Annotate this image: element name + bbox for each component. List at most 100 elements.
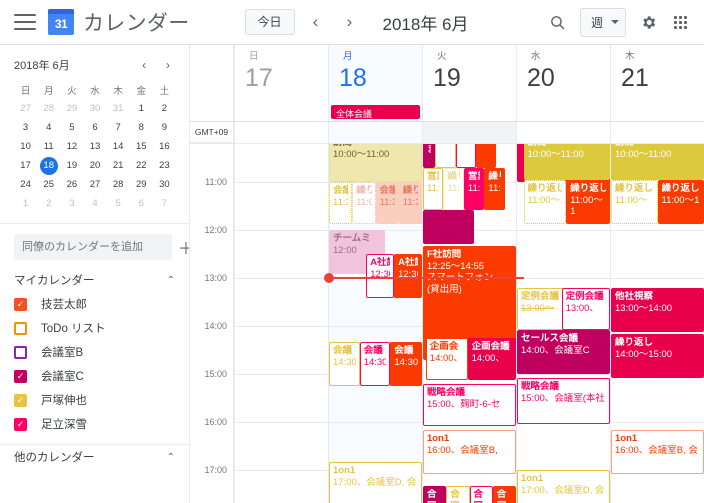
calendar-event[interactable]: 1on1 17:00、会議室D, 会 — [517, 470, 610, 503]
calendar-checkbox[interactable]: ✓ — [14, 393, 27, 407]
mini-calendar-day[interactable]: 1 — [14, 194, 37, 213]
calendar-event[interactable]: 会議11:3 — [329, 182, 353, 224]
calendar-event[interactable]: 定例会議 13:00〜 — [517, 288, 569, 330]
calendar-event[interactable]: 訪問10:00〜11:00 — [329, 144, 422, 182]
view-selector[interactable]: 週 — [579, 7, 626, 37]
mini-calendar-day[interactable]: 3 — [60, 194, 83, 213]
mini-calendar-day[interactable]: 2 — [37, 194, 60, 213]
mini-calendar-day[interactable]: 14 — [107, 137, 130, 156]
mini-calendar-day[interactable]: 1 — [130, 99, 153, 118]
calendar-list-item-4[interactable]: ✓ 戸塚伸也 — [0, 388, 189, 412]
mini-calendar-day[interactable]: 3 — [14, 118, 37, 137]
mini-calendar-day[interactable]: 2 — [153, 99, 176, 118]
calendar-list-item-0[interactable]: ✓ 技芸太郎 — [0, 292, 189, 316]
next-week-button[interactable]: › — [337, 9, 363, 35]
day-header-number[interactable]: 20 — [527, 63, 610, 93]
day-header-20[interactable]: 水 20 — [516, 45, 610, 121]
mini-calendar-day[interactable]: 7 — [107, 118, 130, 137]
calendar-checkbox[interactable] — [14, 345, 27, 359]
calendar-event[interactable]: 訪問10:00〜11:00 — [611, 144, 704, 180]
mini-calendar-day[interactable]: 26 — [60, 175, 83, 194]
search-icon[interactable] — [542, 6, 574, 38]
mini-calendar-day[interactable]: 31 — [107, 99, 130, 118]
mini-calendar-day[interactable]: 23 — [153, 156, 176, 175]
mini-calendar-day[interactable]: 30 — [83, 99, 106, 118]
mini-calendar-day[interactable]: 30 — [153, 175, 176, 194]
mini-calendar-day[interactable]: 13 — [83, 137, 106, 156]
mini-calendar-day[interactable]: 10 — [14, 137, 37, 156]
calendar-event[interactable]: A社訪12:30 — [394, 254, 422, 298]
add-calendar-plus-icon[interactable]: ＋ — [178, 235, 189, 259]
calendar-event[interactable]: 企画会 14:00、 — [425, 338, 468, 380]
mini-calendar-day[interactable]: 4 — [37, 118, 60, 137]
mini-calendar-day[interactable]: 28 — [107, 175, 130, 194]
calendar-event[interactable]: 繰り11:3 — [398, 182, 422, 224]
chevron-up-icon[interactable]: ⌃ — [167, 275, 175, 286]
calendar-event[interactable]: 戦略会議 15:00、会議室(本社 — [517, 378, 610, 424]
calendar-event[interactable] — [423, 210, 475, 244]
calendar-event[interactable]: 合同会議17:会議室B, 会室C — [469, 486, 493, 503]
mini-calendar-day[interactable]: 25 — [37, 175, 60, 194]
calendar-checkbox[interactable] — [14, 321, 27, 335]
calendar-list-item-5[interactable]: ✓ 足立深雪 — [0, 412, 189, 436]
gear-icon[interactable] — [632, 6, 664, 38]
my-calendars-header[interactable]: マイカレンダー ⌃ — [0, 268, 189, 292]
day-column-20[interactable]: F社打ち合わせ09:00〜12:00スマートフォン訪問10:00〜11:00繰り… — [516, 144, 610, 503]
calendar-event[interactable]: 戦略会議 15:00、麹町-6-セ — [423, 384, 516, 426]
calendar-event[interactable]: 繰り返し 14:00〜15:00 — [611, 334, 704, 378]
mini-calendar-day[interactable]: 27 — [14, 99, 37, 118]
mini-calendar-day[interactable]: 19 — [60, 156, 83, 175]
calendar-event[interactable]: 繰り返し 11:00〜 — [523, 180, 567, 224]
all-day-event[interactable]: 全体会議 — [331, 105, 420, 119]
mini-calendar-day[interactable]: 28 — [37, 99, 60, 118]
calendar-event[interactable]: 会議 14:30 — [329, 342, 360, 386]
mini-calendar-day[interactable]: 27 — [83, 175, 106, 194]
day-header-number[interactable]: 17 — [245, 63, 328, 93]
mini-calendar-day[interactable]: 20 — [83, 156, 106, 175]
calendar-event[interactable]: 1on1 17:00、会議室D, 会 — [329, 462, 422, 503]
mini-calendar-day[interactable]: 5 — [107, 194, 130, 213]
chevron-up-icon[interactable]: ⌃ — [167, 452, 175, 463]
calendar-event[interactable]: 会議11:3 — [375, 182, 399, 224]
all-day-slot[interactable] — [610, 122, 704, 143]
mini-calendar-day[interactable]: 29 — [60, 99, 83, 118]
mini-calendar-day[interactable]: 6 — [83, 118, 106, 137]
calendar-event[interactable]: A社訪12:30 — [366, 254, 395, 298]
day-header-19[interactable]: 火 19 — [422, 45, 516, 121]
day-column-17[interactable] — [234, 144, 328, 503]
mini-next-month-button[interactable]: › — [161, 58, 175, 72]
calendar-event[interactable]: 他社視察 13:00〜14:00 — [611, 288, 704, 332]
day-header-number[interactable]: 19 — [433, 63, 516, 93]
mini-calendar-day[interactable]: 9 — [153, 118, 176, 137]
calendar-event[interactable]: 繰り11:3 — [443, 168, 464, 210]
mini-calendar-day[interactable]: 16 — [153, 137, 176, 156]
calendar-event[interactable]: 会議 14:30 — [359, 342, 391, 386]
hamburger-icon[interactable] — [14, 14, 36, 30]
mini-calendar-day[interactable]: 22 — [130, 156, 153, 175]
calendar-event[interactable]: 会議 14:30 — [390, 342, 422, 386]
today-button[interactable]: 今日 — [244, 8, 295, 36]
other-calendars-header[interactable]: 他のカレンダー ⌃ — [0, 445, 189, 469]
calendar-checkbox[interactable]: ✓ — [14, 417, 27, 431]
mini-calendar-day[interactable]: 11 — [37, 137, 60, 156]
day-header-17[interactable]: 日 17 — [234, 45, 328, 121]
calendar-event[interactable]: 合同会議17:会議室B, 会室C — [446, 486, 470, 503]
prev-week-button[interactable]: ‹ — [303, 9, 329, 35]
calendar-event[interactable]: 繰り11:3 — [484, 168, 505, 210]
mini-calendar-day[interactable]: 6 — [130, 194, 153, 213]
calendar-event[interactable]: 営業11:3 — [463, 168, 485, 210]
apps-grid-icon[interactable] — [664, 6, 696, 38]
calendar-event[interactable]: セールス会議 14:00、会議室C — [517, 330, 610, 374]
calendar-event[interactable]: 管理10:0 — [455, 144, 476, 168]
calendar-checkbox[interactable]: ✓ — [14, 297, 27, 311]
calendar-event[interactable]: 訪問10:00〜11:00 — [523, 144, 610, 180]
mini-calendar-day[interactable]: 7 — [153, 194, 176, 213]
day-header-21[interactable]: 木 21 — [610, 45, 704, 121]
mini-calendar-day[interactable]: 24 — [14, 175, 37, 194]
calendar-event[interactable]: 繰り返し 11:00〜 — [611, 180, 658, 224]
calendar-checkbox[interactable]: ✓ — [14, 369, 27, 383]
mini-calendar-day[interactable]: 18 — [37, 156, 60, 175]
mini-calendar-day[interactable]: 5 — [60, 118, 83, 137]
calendar-event[interactable]: 1on1 16:00、会議室B, — [423, 430, 516, 474]
day-header-number[interactable]: 21 — [621, 63, 704, 93]
